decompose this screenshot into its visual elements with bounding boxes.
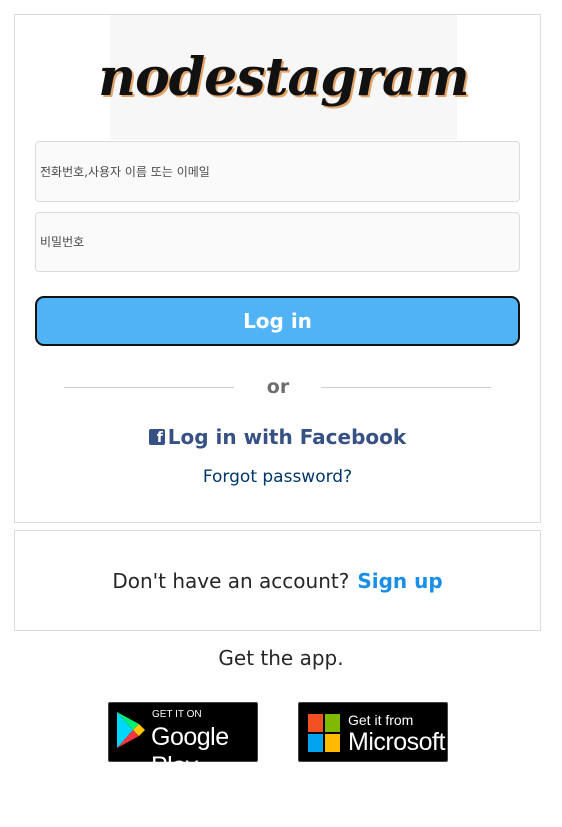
microsoft-small-text: Get it from xyxy=(348,712,414,728)
microsoft-big-text: Microsoft xyxy=(348,728,445,756)
google-play-badge[interactable]: GET IT ON Google Play xyxy=(108,702,258,780)
logo: nodestagram xyxy=(98,15,470,140)
facebook-icon: f xyxy=(148,429,165,446)
signup-card: Don't have an account? Sign up xyxy=(14,530,541,631)
facebook-login-link[interactable]: f Log in with Facebook xyxy=(15,425,540,449)
logo-text: nodestagram xyxy=(98,47,469,108)
facebook-login-label: Log in with Facebook xyxy=(167,425,407,449)
get-app-title: Get the app. xyxy=(218,646,344,670)
divider-right xyxy=(321,387,491,388)
login-card: nodestagram Log in or f Log in with Face… xyxy=(14,14,541,523)
forgot-password-link[interactable]: Forgot password? xyxy=(15,467,540,487)
google-play-icon xyxy=(117,712,145,748)
password-input[interactable] xyxy=(35,212,520,272)
login-button[interactable]: Log in xyxy=(35,296,520,346)
google-play-big-text: Google Play xyxy=(151,723,229,780)
signup-link[interactable]: Sign up xyxy=(357,569,442,593)
divider-left xyxy=(64,387,234,388)
username-input[interactable] xyxy=(35,141,520,202)
divider-or: or xyxy=(266,376,290,398)
microsoft-badge[interactable]: Get it from Microsoft xyxy=(298,702,448,762)
google-play-small-text: GET IT ON xyxy=(152,709,202,720)
signup-prompt: Don't have an account? xyxy=(112,568,350,593)
microsoft-icon xyxy=(308,714,340,752)
